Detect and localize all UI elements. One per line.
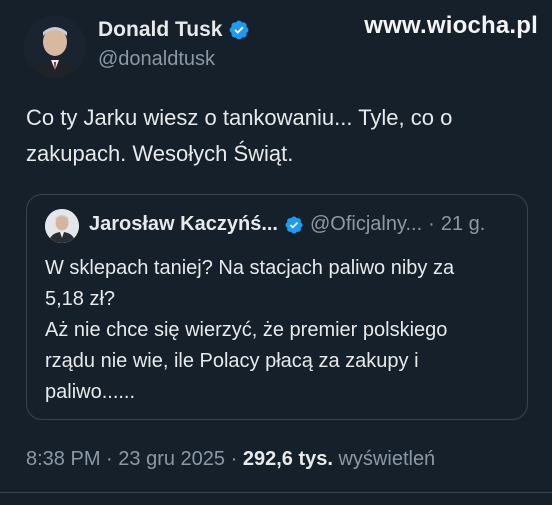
author-name[interactable]: Donald Tusk: [98, 18, 222, 42]
quoted-text-line: rządu nie wie, ile Polacy płacą za zakup…: [45, 350, 419, 372]
quoted-author-name[interactable]: Jarosław Kaczyńś...: [89, 213, 278, 236]
separator-dot: ·: [230, 448, 238, 470]
watermark-logo: www.wiocha.pl: [364, 12, 538, 39]
quoted-tweet-card[interactable]: Jarosław Kaczyńś... @Oficjalny... · 21 g…: [26, 194, 528, 420]
quoted-header: Jarosław Kaczyńś... @Oficjalny... · 21 g…: [89, 213, 485, 236]
post-time[interactable]: 8:38 PM: [26, 448, 100, 470]
separator-dot: ·: [428, 213, 435, 235]
separator-dot: ·: [106, 448, 113, 470]
tweet-text: Co ty Jarku wiesz o tankowaniu... Tyle, …: [26, 105, 453, 166]
quoted-author-handle[interactable]: @Oficjalny...: [310, 213, 422, 236]
divider: [0, 492, 552, 493]
tweet-meta: 8:38 PM · 23 gru 2025 · 292,6 tys. wyświ…: [26, 448, 435, 471]
verified-badge-icon: [285, 215, 303, 234]
quoted-text-line: Aż nie chce się wierzyć, że premier pols…: [45, 319, 448, 341]
quoted-timestamp[interactable]: 21 g.: [441, 213, 485, 236]
verified-badge-icon: [230, 20, 249, 40]
quoted-text-line: W sklepach taniej? Na stacjach paliwo ni…: [45, 257, 455, 279]
tweet-page: Donald Tusk @donaldtusk www.wiocha.pl Co…: [0, 0, 552, 505]
quoted-author-avatar[interactable]: [45, 209, 79, 243]
views-label[interactable]: wyświetleń: [338, 448, 435, 470]
quoted-tweet-text: W sklepach taniej? Na stacjach paliwo ni…: [45, 253, 515, 408]
quoted-text-line: 5,18 zł?: [45, 288, 116, 310]
author-handle[interactable]: @donaldtusk: [98, 48, 215, 71]
author-name-row[interactable]: Donald Tusk: [98, 18, 250, 42]
author-avatar[interactable]: [24, 16, 86, 78]
post-date[interactable]: 23 gru 2025: [118, 448, 225, 470]
views-count[interactable]: 292,6 tys.: [243, 448, 333, 470]
quoted-text-line: paliwo......: [45, 381, 136, 403]
